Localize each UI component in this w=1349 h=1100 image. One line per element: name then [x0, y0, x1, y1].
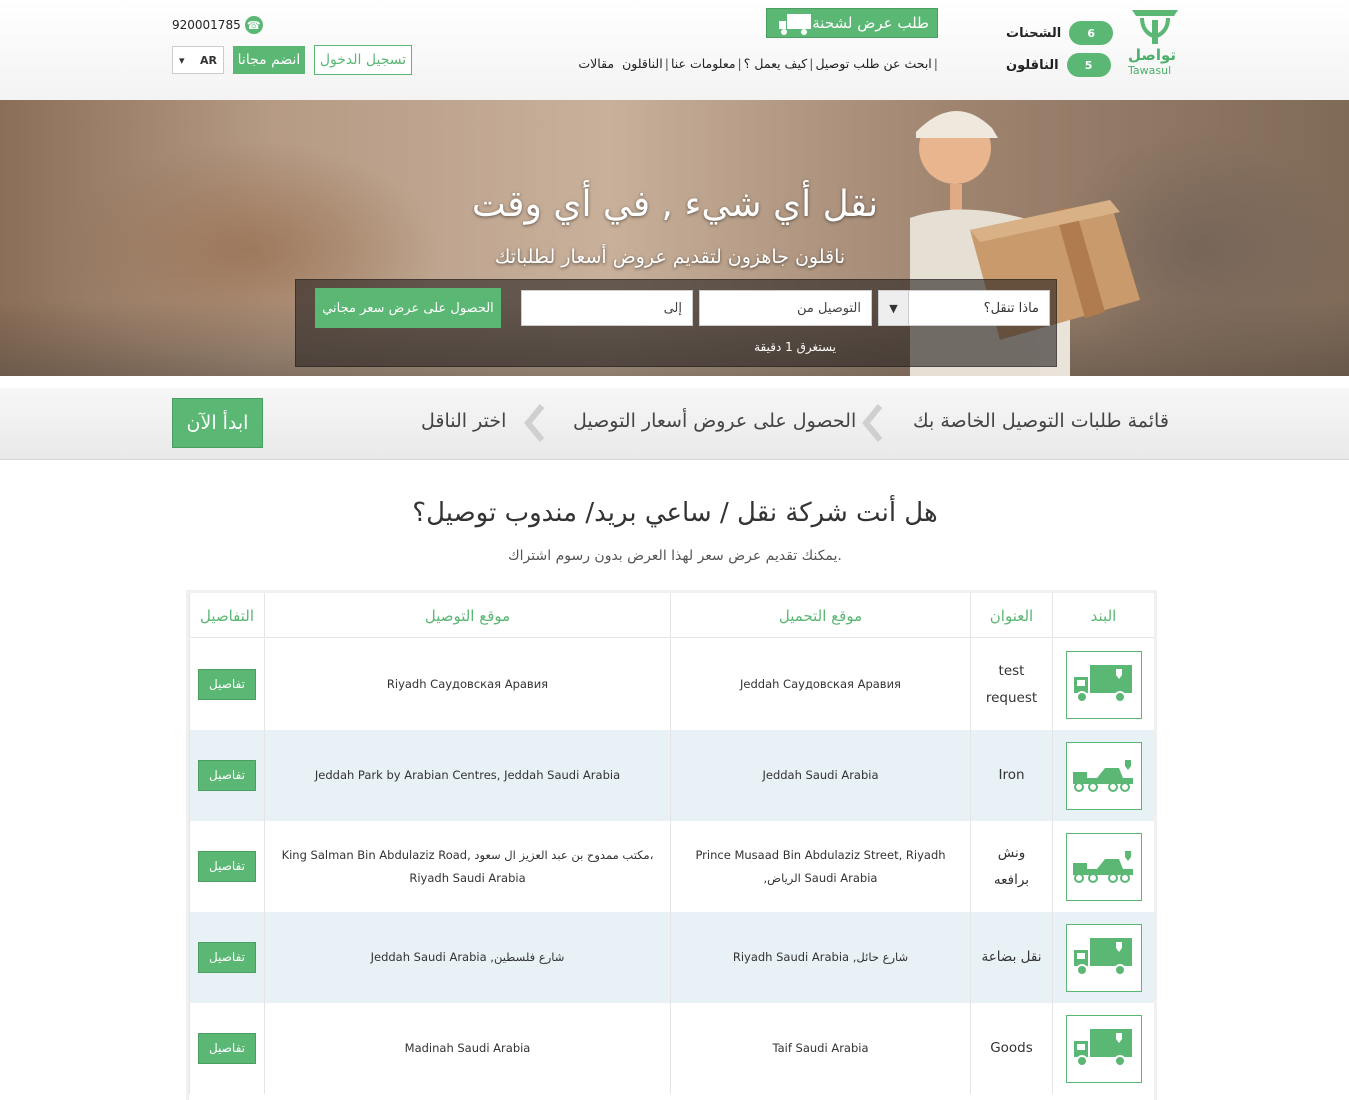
header-pickup: موقع التحميل [670, 593, 970, 638]
hero-title: نقل أي شيء , في أي وقت [471, 184, 879, 225]
what-to-move-select[interactable]: ▼ ماذا تنقل؟ [878, 290, 1050, 326]
details-cell: تفاصيل [189, 912, 264, 1003]
language-value: AR [200, 53, 217, 67]
item-icon-cell [1052, 1003, 1154, 1094]
login-button[interactable]: تسجيل الدخول [314, 45, 412, 75]
delivery-location-cell: Jeddah Saudi Arabia ,شارع فلسطين [264, 912, 670, 1003]
phone-contact[interactable]: 920001785 ☎ [172, 16, 263, 34]
start-now-button[interactable]: ابدأ الآن [172, 398, 263, 448]
header-title: العنوان [970, 593, 1052, 638]
pickup-location-cell: Jeddah Saudi Arabia [670, 730, 970, 821]
pickup-location-cell: Riyadh Saudi Arabia ,شارع حائل [670, 912, 970, 1003]
shipments-label: الشحنات [1006, 25, 1062, 41]
phone-number: 920001785 [172, 18, 241, 32]
pickup-location-cell: Jeddah Саудовская Аравия [670, 639, 970, 730]
step-choose-carrier: اختر الناقل [421, 410, 507, 432]
shipments-stat[interactable]: الشحنات 6 [1006, 20, 1114, 46]
delivery-location-cell: Riyadh Саудовская Аравия [264, 639, 670, 730]
quote-search-form: ▼ ماذا تنقل؟ التوصيل من إلى الحصول على ع… [295, 279, 1057, 367]
box-truck-icon[interactable] [1065, 1014, 1142, 1083]
item-icon-cell [1052, 821, 1154, 912]
request-title-cell: Iron [970, 730, 1052, 821]
details-cell: تفاصيل [189, 639, 264, 730]
time-note: يستغرق 1 دقيقة [754, 340, 836, 354]
table-row: تفاصيل Jeddah Saudi Arabia ,شارع فلسطين Ri… [189, 912, 1154, 1003]
join-free-button[interactable]: انضم مجانا [233, 46, 305, 74]
request-title-cell: test request [970, 639, 1052, 730]
details-button[interactable]: تفاصيل [198, 1033, 256, 1064]
language-select[interactable]: ▾ AR [172, 46, 224, 74]
truck-icon [779, 14, 811, 35]
box-truck-icon[interactable] [1065, 923, 1142, 992]
post-shipment-label: طلب عرض لشحنة [812, 14, 929, 32]
details-cell: تفاصيل [189, 730, 264, 821]
main-nav: |ابحث عن طلب توصيل|كيف يعمل ؟|معلومات عن… [578, 56, 938, 71]
nav-carriers[interactable]: الناقلون [622, 56, 663, 71]
details-button[interactable]: تفاصيل [198, 669, 256, 700]
table-row: تفاصيل Jeddah Park by Arabian Centres, Je… [189, 730, 1154, 821]
chevron-left-icon [524, 404, 545, 442]
chevron-down-icon: ▾ [179, 53, 185, 67]
carriers-stat[interactable]: الناقلون 5 [1006, 52, 1111, 78]
delivery-location-input[interactable]: إلى [521, 290, 693, 326]
hero-banner: نقل أي شيء , في أي وقت ناقلون جاهزون لتق… [0, 100, 1349, 376]
header-item: البند [1052, 593, 1154, 638]
item-icon-cell [1052, 730, 1154, 821]
get-free-quote-button[interactable]: الحصول على عرض سعر مجاني [315, 288, 501, 328]
table-header: التفاصيل موقع التوصيل موقع التحميل العنو… [189, 593, 1154, 638]
delivery-location-cell: Madinah Saudi Arabia [264, 1003, 670, 1094]
phone-icon: ☎ [244, 16, 263, 34]
shipments-count: 6 [1069, 21, 1114, 45]
table-row: تفاصيل King Salman Bin Abdulaziz Road, مك… [189, 821, 1154, 912]
section-subtitle: .يمكنك تقديم عرض سعر لهذا العرض بدون رسو… [508, 548, 842, 564]
logo-text-ar: تواصل [1128, 46, 1177, 64]
tow-truck-icon[interactable] [1065, 741, 1142, 810]
item-icon-cell [1052, 639, 1154, 730]
nav-about[interactable]: معلومات عنا [671, 56, 736, 71]
hero-subtitle: ناقلون جاهزون لتقديم عروض أسعار لطلباتك [494, 246, 846, 268]
details-button[interactable]: تفاصيل [198, 851, 256, 882]
request-title-cell: Goods [970, 1003, 1052, 1094]
step-list-requests: قائمة طلبات التوصيل الخاصة بك [913, 410, 1169, 432]
header-delivery: موقع التوصيل [264, 593, 670, 638]
nav-how-it-works[interactable]: كيف يعمل ؟ [744, 56, 807, 71]
section-title: هل أنت شركة نقل / ساعي بريد/ مندوب توصيل… [412, 498, 938, 528]
post-shipment-button[interactable]: طلب عرض لشحنة [766, 8, 938, 38]
pickup-location-cell: Taif Saudi Arabia [670, 1003, 970, 1094]
chevron-left-icon [862, 404, 883, 442]
what-to-move-value: ماذا تنقل؟ [983, 300, 1039, 316]
tow-truck-icon[interactable] [1065, 832, 1142, 901]
details-cell: تفاصيل [189, 821, 264, 912]
step-get-quotes: الحصول على عروض أسعار التوصيل [573, 410, 857, 432]
carriers-label: الناقلون [1006, 57, 1059, 73]
request-title-cell: نقل بضاعة [970, 912, 1052, 1003]
table-row: تفاصيل Madinah Saudi Arabia Taif Saudi Ara… [189, 1003, 1154, 1094]
request-title-cell: ونش برافعه [970, 821, 1052, 912]
details-cell: تفاصيل [189, 1003, 264, 1094]
steps-bar: قائمة طلبات التوصيل الخاصة بك الحصول على… [0, 388, 1349, 460]
header: تواصل Tawasul الشحنات 6 الناقلون 5 طلب ع… [0, 0, 1349, 100]
pickup-location-input[interactable]: التوصيل من [699, 290, 872, 326]
details-button[interactable]: تفاصيل [198, 760, 256, 791]
box-truck-icon[interactable] [1065, 650, 1142, 719]
pickup-location-cell: Prince Musaad Bin Abdulaziz Street, Riya… [670, 821, 970, 912]
requests-table: التفاصيل موقع التوصيل موقع التحميل العنو… [186, 590, 1157, 1100]
header-details: التفاصيل [189, 593, 264, 638]
table-row: تفاصيل Riyadh Саудовская Аравия Jeddah Сау… [189, 639, 1154, 730]
item-icon-cell [1052, 912, 1154, 1003]
nav-articles[interactable]: مقالات [578, 56, 614, 71]
nav-find-request[interactable]: ابحث عن طلب توصيل [815, 56, 931, 71]
logo-text-en: Tawasul [1128, 64, 1172, 77]
delivery-location-cell: Jeddah Park by Arabian Centres, Jeddah S… [264, 730, 670, 821]
details-button[interactable]: تفاصيل [198, 942, 256, 973]
carriers-count: 5 [1066, 53, 1111, 77]
chevron-down-icon: ▼ [879, 291, 909, 325]
delivery-location-cell: King Salman Bin Abdulaziz Road, مكتب ممد… [264, 821, 670, 912]
